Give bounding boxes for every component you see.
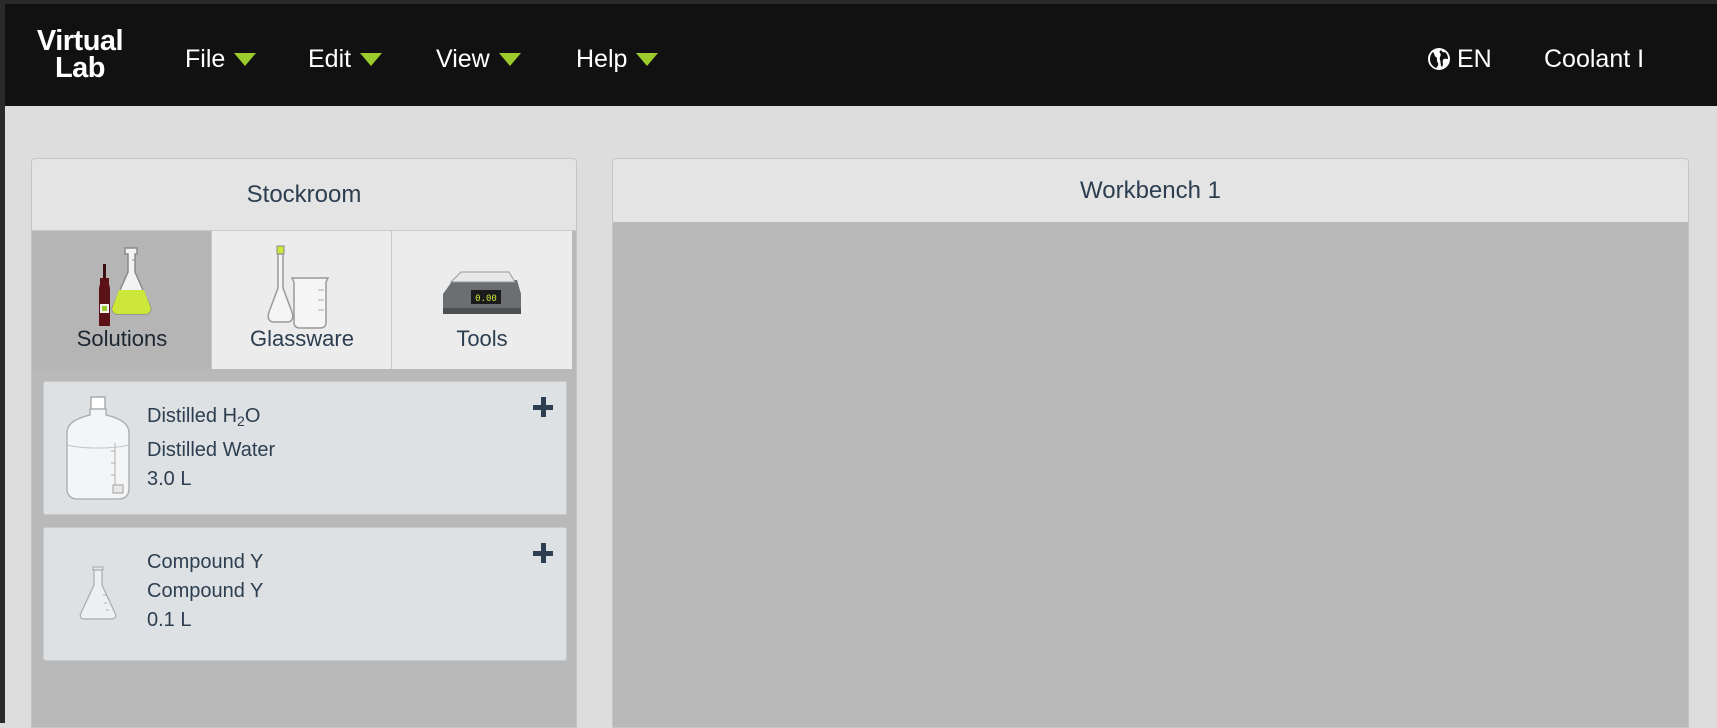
dropdown-triangle-icon — [360, 52, 383, 66]
window-edge-left — [0, 0, 5, 723]
solutions-icon — [32, 237, 212, 337]
tab-glassware-label: Glassware — [250, 326, 354, 351]
menu-edit-label: Edit — [308, 44, 352, 73]
item-details: Distilled H2O Distilled Water 3.0 L — [147, 402, 275, 494]
tab-glassware[interactable]: Glassware — [212, 231, 392, 369]
globe-icon — [1428, 48, 1450, 70]
menu-edit[interactable]: Edit — [308, 40, 383, 78]
stockroom-item-compound-y[interactable]: Compound Y Compound Y 0.1 L — [43, 527, 567, 661]
menu-file-label: File — [185, 44, 226, 73]
stockroom-title: Stockroom — [246, 180, 362, 208]
dropdown-triangle-icon — [636, 52, 659, 66]
top-navbar: Virtual Lab File Edit View Help EN Coola… — [5, 4, 1717, 106]
user-menu[interactable]: Coolant I — [1544, 40, 1644, 78]
erlenmeyer-flask-icon — [58, 538, 138, 650]
workbench-header: Workbench 1 — [613, 159, 1688, 222]
add-to-workbench-button[interactable] — [532, 542, 554, 564]
item-name: Compound Y — [147, 580, 264, 602]
workbench-drop-area[interactable] — [613, 222, 1688, 727]
logo-line-1: Virtual — [36, 25, 124, 57]
workbench-panel: Workbench 1 — [612, 158, 1689, 728]
menu-view[interactable]: View — [436, 40, 521, 78]
app-logo[interactable]: Virtual Lab — [25, 25, 135, 84]
workbench-title: Workbench 1 — [1080, 176, 1221, 204]
stockroom-item-distilled-water[interactable]: Distilled H2O Distilled Water 3.0 L — [43, 381, 567, 515]
logo-line-2: Lab — [54, 52, 106, 84]
tab-tools[interactable]: 0.00 Tools — [392, 231, 572, 369]
add-to-workbench-button[interactable] — [532, 396, 554, 418]
item-details: Compound Y Compound Y 0.1 L — [147, 548, 263, 635]
stockroom-tabs: Solutions Glassware 0.00 Tools — [32, 231, 572, 369]
tab-tools-label: Tools — [456, 326, 508, 351]
menu-help-label: Help — [576, 44, 628, 73]
menu-view-label: View — [436, 44, 490, 73]
item-formula: Distilled H2O — [147, 405, 261, 429]
item-name: Distilled Water — [147, 439, 276, 461]
dropdown-triangle-icon — [234, 52, 257, 66]
glassware-icon — [212, 237, 392, 337]
water-carboy-icon — [58, 392, 138, 504]
user-name: Coolant I — [1544, 44, 1645, 73]
language-selector[interactable]: EN — [1427, 40, 1492, 78]
item-formula: Compound Y — [147, 551, 264, 573]
language-label: EN — [1457, 44, 1492, 73]
svg-text:0.00: 0.00 — [475, 294, 497, 304]
stockroom-header: Stockroom — [32, 159, 576, 231]
scale-icon: 0.00 — [392, 237, 572, 337]
item-volume: 3.0 L — [147, 468, 192, 490]
dropdown-triangle-icon — [498, 52, 521, 66]
tab-solutions[interactable]: Solutions — [32, 231, 212, 369]
tab-solutions-label: Solutions — [76, 326, 168, 351]
item-volume: 0.1 L — [147, 609, 192, 631]
stockroom-panel: Stockroom Solutions Glassware 0.00 Tools… — [31, 158, 577, 728]
menu-file[interactable]: File — [185, 40, 257, 78]
menu-help[interactable]: Help — [576, 40, 659, 78]
